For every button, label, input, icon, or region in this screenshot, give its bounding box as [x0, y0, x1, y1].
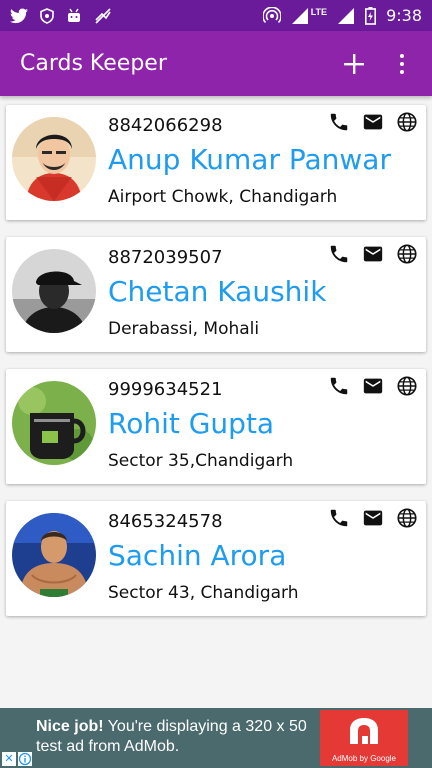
network-type-label: LTE	[310, 6, 328, 17]
admob-logo[interactable]: AdMob by Google	[320, 710, 408, 766]
hotspot-icon	[262, 6, 281, 23]
avatar	[12, 117, 96, 201]
card-actions	[328, 243, 418, 265]
ad-caption: AdMob by Google	[331, 754, 397, 763]
contact-phone: 8842066298	[108, 115, 223, 136]
signal-icon-2	[338, 7, 355, 24]
card-actions	[328, 375, 418, 397]
status-bar: LTE 9:38	[0, 0, 432, 31]
phone-icon[interactable]	[328, 507, 350, 529]
twitter-icon	[10, 8, 28, 23]
status-time: 9:38	[386, 6, 422, 25]
contact-address: Sector 43, Chandigarh	[108, 583, 299, 603]
admob-icon	[350, 718, 378, 744]
globe-icon[interactable]	[396, 111, 418, 133]
card-actions	[328, 111, 418, 133]
globe-icon[interactable]	[396, 375, 418, 397]
notification-icons	[10, 7, 112, 24]
contact-phone: 9999634521	[108, 379, 223, 400]
contact-name: Sachin Arora	[108, 539, 287, 572]
contact-phone: 8872039507	[108, 247, 223, 268]
email-icon[interactable]	[362, 111, 384, 133]
android-icon	[68, 8, 80, 22]
contact-name: Anup Kumar Panwar	[108, 143, 391, 176]
shield-icon	[40, 7, 54, 24]
phone-icon[interactable]	[328, 111, 350, 133]
ad-info-icon[interactable]	[18, 752, 32, 766]
app-bar: Cards Keeper	[0, 31, 432, 96]
contact-address: Derabassi, Mohali	[108, 319, 260, 339]
ad-close-icon[interactable]: ✕	[2, 752, 16, 766]
contact-card[interactable]: 8872039507 Chetan Kaushik Derabassi, Moh…	[6, 237, 426, 352]
globe-icon[interactable]	[396, 243, 418, 265]
battery-icon	[365, 6, 377, 25]
phone-icon[interactable]	[328, 375, 350, 397]
more-vert-icon	[400, 53, 404, 58]
system-icons: LTE 9:38	[262, 6, 422, 25]
contact-address: Airport Chowk, Chandigarh	[108, 187, 338, 207]
contact-name: Chetan Kaushik	[108, 275, 327, 308]
contact-address: Sector 35,Chandigarh	[108, 451, 294, 471]
avatar	[12, 381, 96, 465]
ad-headline: Nice job!	[36, 718, 104, 735]
vpn-icon	[95, 7, 111, 24]
contact-card[interactable]: 9999634521 Rohit Gupta Sector 35,Chandig…	[6, 369, 426, 484]
plus-icon	[344, 53, 364, 74]
contact-phone: 8465324578	[108, 511, 223, 532]
email-icon[interactable]	[362, 507, 384, 529]
app-bar-actions	[338, 48, 412, 80]
avatar	[12, 513, 96, 597]
phone-icon[interactable]	[328, 243, 350, 265]
ad-text: Nice job! You're displaying a 320 x 50 t…	[36, 717, 326, 757]
avatar	[12, 249, 96, 333]
ad-banner[interactable]: Nice job! You're displaying a 320 x 50 t…	[0, 708, 432, 768]
contact-card[interactable]: 8465324578 Sachin Arora Sector 43, Chand…	[6, 501, 426, 616]
email-icon[interactable]	[362, 375, 384, 397]
add-card-button[interactable]	[338, 48, 370, 80]
app-title: Cards Keeper	[20, 51, 167, 76]
contact-name: Rohit Gupta	[108, 407, 275, 440]
overflow-menu-button[interactable]	[392, 48, 412, 80]
signal-icon	[291, 7, 308, 24]
contact-card[interactable]: 8842066298 Anup Kumar Panwar Airport Cho…	[6, 105, 426, 220]
globe-icon[interactable]	[396, 507, 418, 529]
email-icon[interactable]	[362, 243, 384, 265]
card-actions	[328, 507, 418, 529]
